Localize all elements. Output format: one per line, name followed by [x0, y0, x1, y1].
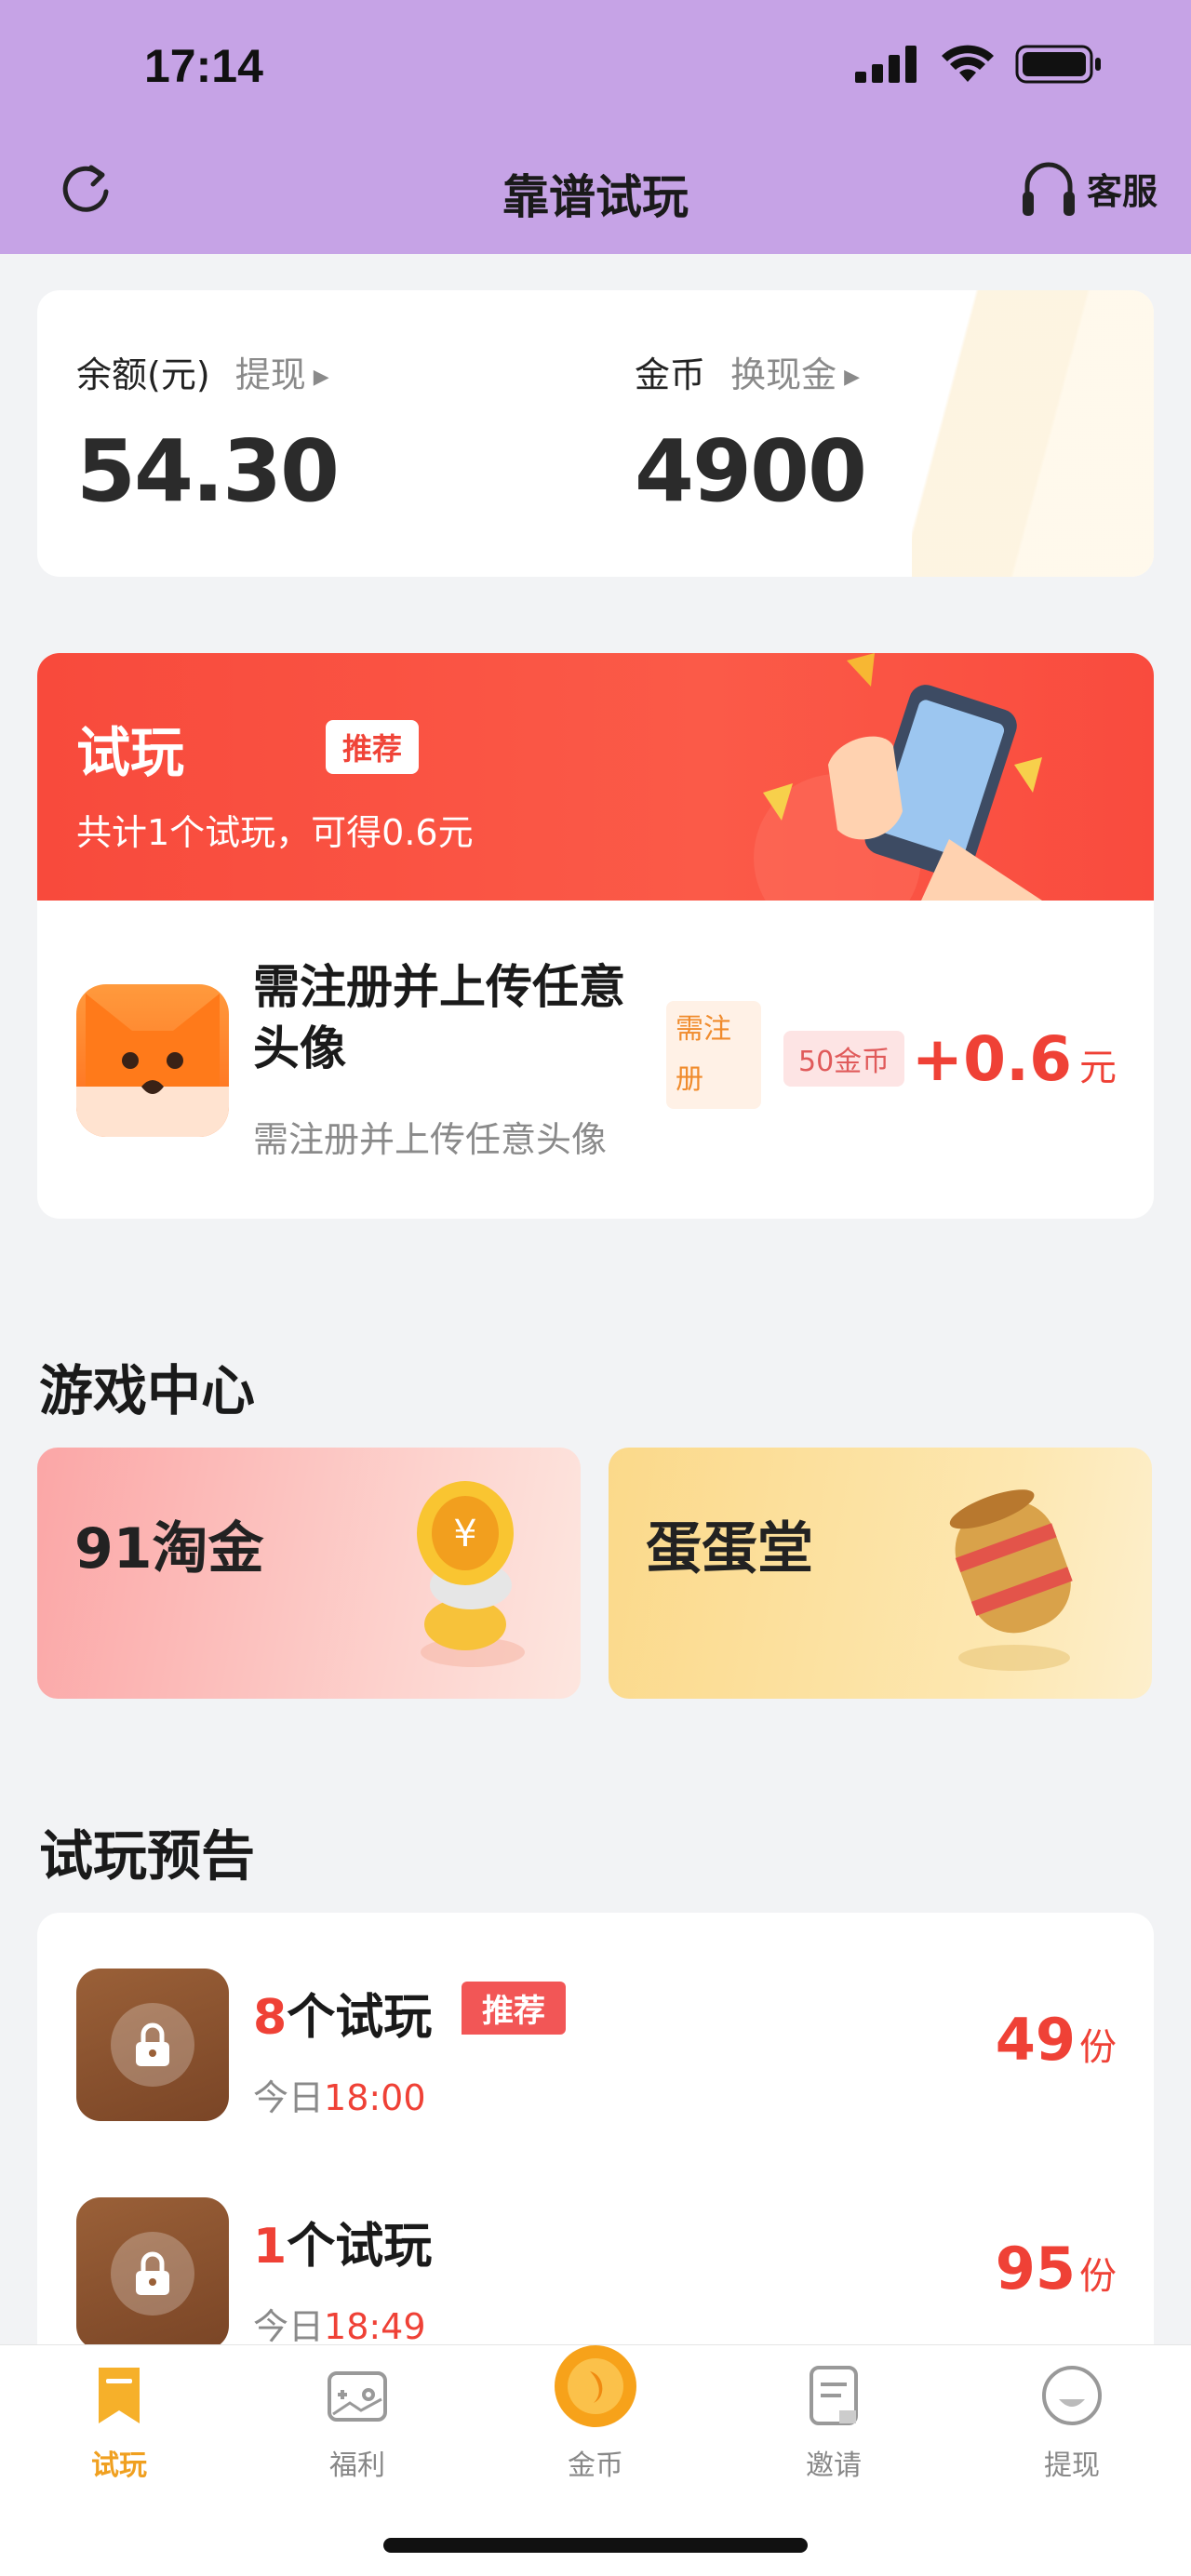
withdraw-link[interactable]: 提现 ▶ [235, 354, 329, 395]
register-tag: 需注册 [666, 1001, 761, 1109]
signal-icon [855, 46, 917, 83]
preview-suffix: 个试玩 [287, 1990, 433, 2046]
document-icon [810, 2366, 858, 2425]
lock-icon [136, 2251, 169, 2295]
balance-column: 余额(元) 提现 ▶ 54.30 [76, 346, 340, 521]
locked-app-icon [76, 1969, 229, 2121]
trial-card: 试玩 推荐 共计1个试玩，可得0.6元 需注册并上传任意头像 需注册并上传任意头… [37, 653, 1154, 1219]
task-title: 需注册并上传任意头像 [253, 960, 625, 1075]
preview-shares-unit: 份 [1079, 2026, 1117, 2069]
exchange-cash-label: 换现金 [730, 354, 837, 395]
battery-icon [1015, 45, 1101, 84]
wifi-icon [942, 45, 994, 82]
preview-shares: 49 份 [996, 2006, 1117, 2074]
play-arrow-icon: ▶ [844, 366, 861, 389]
tab-label: 金币 [568, 2449, 623, 2482]
preview-item[interactable]: 8个试玩 推荐 今日18:00 49 份 [37, 1913, 1154, 2127]
status-time: 17:14 [144, 40, 263, 92]
preview-clock: 18:00 [324, 2077, 426, 2118]
customer-service-label: 客服 [1086, 170, 1158, 212]
trial-banner: 试玩 推荐 共计1个试玩，可得0.6元 [37, 653, 1154, 901]
preview-day: 今日 [253, 2306, 325, 2347]
balance-label: 余额(元) [76, 354, 210, 395]
tab-welfare[interactable]: 福利 [238, 2362, 476, 2483]
task-reward-unit: 元 [1079, 1047, 1117, 1089]
preview-item[interactable]: 1个试玩 今日18:49 95 份 [37, 2142, 1154, 2356]
phone-in-hand-illustration [754, 653, 1042, 901]
game-tile-dandantang[interactable]: 蛋蛋堂 [609, 1448, 1152, 1699]
tab-trial[interactable]: 试玩 [0, 2362, 238, 2483]
balance-card-decoration [912, 290, 1154, 577]
gamepad-icon [328, 2371, 387, 2422]
coin-stack-icon: ¥ [417, 1481, 525, 1667]
tab-withdraw[interactable]: 提现 [953, 2362, 1191, 2483]
trial-subtitle: 共计1个试玩，可得0.6元 [76, 812, 474, 853]
trial-title: 试玩 [76, 721, 185, 784]
preview-shares-unit: 份 [1079, 2255, 1117, 2298]
task-reward-amount: +0.6 [911, 1023, 1072, 1095]
preview-time: 今日18:00 [253, 2069, 426, 2120]
preview-time: 今日18:49 [253, 2298, 426, 2349]
preview-suffix: 个试玩 [287, 2219, 433, 2275]
svg-text:¥: ¥ [453, 1513, 476, 1555]
preview-item-title: 8个试玩 [253, 1978, 432, 2048]
tab-invite[interactable]: 邀请 [715, 2362, 953, 2483]
game-name: 91淘金 [74, 1516, 264, 1582]
tab-coins[interactable]: 金币 [476, 2345, 715, 2483]
tab-label: 福利 [329, 2449, 385, 2482]
page-title: 靠谱试玩 [502, 170, 689, 224]
preview-shares: 95 份 [996, 2235, 1117, 2302]
task-description: 需注册并上传任意头像 [253, 1119, 608, 1160]
balance-card: 余额(元) 提现 ▶ 54.30 金币 换现金 ▶ 4900 [37, 290, 1154, 577]
tab-label: 试玩 [91, 2449, 147, 2482]
headset-icon [1022, 162, 1075, 216]
bookmark-icon [99, 2368, 140, 2423]
game-center-title: 游戏中心 [39, 1359, 256, 1422]
lock-icon [136, 2022, 169, 2066]
header-bar: 17:14 靠谱试玩 客服 [0, 0, 1191, 254]
preview-shares-value: 95 [995, 2235, 1076, 2302]
customer-service-button[interactable]: 客服 [1020, 156, 1158, 220]
balance-value: 54.30 [76, 421, 340, 521]
coin-label: 金币 [635, 354, 706, 395]
coin-reward-tag: 50金币 [783, 1031, 905, 1087]
coin-value: 4900 [635, 421, 867, 521]
coin-column: 金币 换现金 ▶ 4900 [635, 346, 867, 521]
preview-shares-value: 49 [995, 2006, 1076, 2074]
trial-preview-title: 试玩预告 [39, 1824, 256, 1888]
game-name: 蛋蛋堂 [646, 1516, 813, 1582]
task-row[interactable]: 需注册并上传任意头像 需注册并上传任意头像 需注册 50金币 +0.6 元 [37, 901, 1154, 1219]
recommend-badge: 推荐 [462, 1982, 566, 2035]
preview-clock: 18:49 [324, 2306, 426, 2347]
smile-icon [1042, 2366, 1102, 2425]
home-indicator[interactable] [383, 2538, 808, 2553]
coin-icon [555, 2345, 636, 2427]
tab-label: 提现 [1044, 2449, 1100, 2482]
withdraw-link-label: 提现 [234, 354, 306, 395]
game-tile-91taojin[interactable]: 91淘金 ¥ [37, 1448, 581, 1699]
barrel-icon [949, 1489, 1073, 1671]
preview-item-title: 1个试玩 [253, 2207, 432, 2276]
locked-app-icon [76, 2197, 229, 2350]
fox-app-icon [76, 984, 229, 1137]
preview-count: 8 [253, 1990, 288, 2046]
exchange-cash-link[interactable]: 换现金 ▶ [730, 354, 860, 395]
play-arrow-icon: ▶ [313, 366, 329, 389]
task-reward: +0.6 元 [912, 1023, 1117, 1095]
status-icons [855, 45, 1103, 84]
recommend-badge: 推荐 [326, 720, 420, 774]
tab-label: 邀请 [806, 2449, 862, 2482]
preview-count: 1 [253, 2219, 288, 2275]
preview-day: 今日 [253, 2077, 325, 2118]
